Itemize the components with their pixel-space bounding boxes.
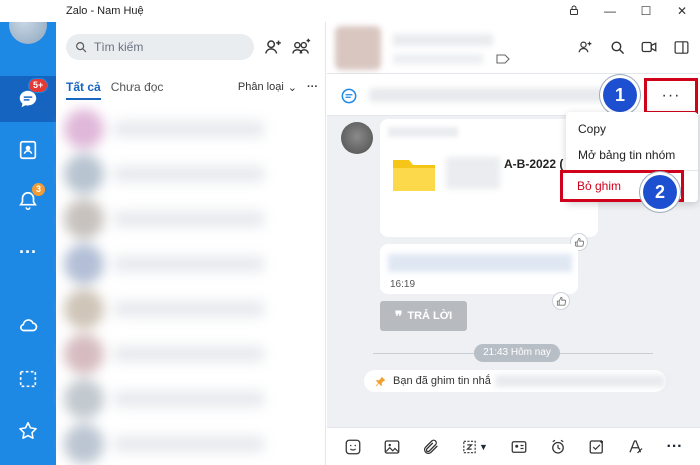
nav-favorites[interactable]: [0, 408, 56, 454]
pinned-message-bar[interactable]: ···: [327, 74, 700, 116]
sticker-icon[interactable]: [341, 435, 365, 459]
lock-icon[interactable]: [556, 4, 592, 19]
search-icon: [76, 42, 87, 53]
conversation-list: [56, 106, 326, 465]
nav-more[interactable]: ···: [0, 229, 56, 275]
title-bar: Zalo - Nam Huệ — ☐ ✕: [0, 0, 700, 22]
group-avatar[interactable]: [335, 26, 381, 70]
reply-button[interactable]: ❞ TRẢ LỜI: [380, 301, 467, 331]
chevron-down-icon: ⌄: [287, 81, 297, 94]
file-name-hidden: [446, 157, 500, 189]
minimize-icon[interactable]: —: [592, 4, 628, 18]
contacts-icon: [19, 140, 37, 160]
header-actions: [574, 36, 692, 58]
more-options-icon[interactable]: ···: [307, 81, 318, 93]
date-separator-label: 21:43 Hôm nay: [474, 344, 560, 362]
quote-icon: ❞: [394, 307, 403, 324]
callout-2: 2: [643, 175, 677, 209]
like-icon[interactable]: [552, 292, 570, 310]
search-input[interactable]: Tìm kiếm: [66, 34, 254, 60]
maximize-icon[interactable]: ☐: [628, 4, 664, 18]
reply-label: TRẢ LỜI: [407, 310, 453, 322]
add-friend-icon[interactable]: [262, 36, 284, 58]
window-controls: — ☐ ✕: [556, 0, 700, 22]
list-item[interactable]: [56, 331, 326, 376]
list-item[interactable]: [56, 241, 326, 286]
message-icon: [341, 88, 357, 104]
pin-notice-text: Bạn đã ghim tin nhắ: [393, 375, 491, 387]
more-icon: ···: [19, 241, 37, 262]
star-icon: [19, 421, 37, 440]
nav-notifications[interactable]: 3: [0, 178, 56, 224]
chat-badge: 5+: [28, 78, 49, 93]
list-item[interactable]: [56, 106, 326, 151]
pin-context-menu: Copy Mở bảng tin nhóm Bỏ ghim: [560, 112, 698, 202]
image-icon[interactable]: [380, 435, 404, 459]
video-call-icon[interactable]: [638, 36, 660, 58]
pin-icon: [375, 376, 386, 386]
notification-badge: 3: [31, 182, 47, 197]
list-item[interactable]: [56, 286, 326, 331]
folder-icon: [393, 160, 435, 191]
pinned-message-preview: [369, 88, 639, 102]
pin-more-button[interactable]: ···: [644, 78, 698, 114]
message-text-hidden: [388, 254, 572, 272]
search-placeholder: Tìm kiếm: [94, 40, 144, 54]
conversation-panel: Tìm kiếm Tất cả Chưa đọc Phân loại ⌄ ···: [56, 22, 326, 465]
pin-notice[interactable]: Bạn đã ghim tin nhắ: [364, 370, 666, 392]
add-member-icon[interactable]: [574, 36, 596, 58]
pin-notice-hidden: [494, 375, 665, 387]
screenshot-icon[interactable]: ▼: [458, 435, 492, 459]
sender-name: [388, 127, 458, 137]
group-members: [393, 54, 483, 64]
sidebar-toggle-icon[interactable]: [670, 36, 692, 58]
list-item[interactable]: [56, 151, 326, 196]
create-group-icon[interactable]: [290, 36, 312, 58]
screenshot-icon: [19, 370, 37, 388]
composer-toolbar: ▼ ···: [327, 427, 700, 465]
contact-card-icon[interactable]: [507, 435, 531, 459]
list-item[interactable]: [56, 196, 326, 241]
conversation-tabs: Tất cả Chưa đọc Phân loại ⌄ ···: [66, 80, 318, 100]
search-icon[interactable]: [606, 36, 628, 58]
nav-chat[interactable]: 5+: [0, 76, 56, 122]
nav-cloud[interactable]: [0, 302, 56, 348]
callout-1: 1: [603, 78, 637, 112]
nav-contacts[interactable]: [0, 127, 56, 173]
text-message[interactable]: 16:19: [380, 244, 578, 310]
chat-header: [327, 22, 700, 74]
message-time: 16:19: [390, 279, 416, 290]
close-icon[interactable]: ✕: [664, 4, 700, 18]
group-name: [393, 34, 493, 46]
menu-item-copy[interactable]: Copy: [566, 116, 698, 142]
more-actions-icon[interactable]: ···: [663, 435, 687, 459]
list-item[interactable]: [56, 421, 326, 465]
reminder-icon[interactable]: [546, 435, 570, 459]
file-name: A-B-2022 ( C: [504, 157, 576, 171]
classify-dropdown[interactable]: Phân loại ⌄ ···: [238, 81, 318, 100]
task-icon[interactable]: [585, 435, 609, 459]
cloud-icon: [20, 319, 38, 332]
menu-item-open-board[interactable]: Mở bảng tin nhóm: [566, 142, 698, 168]
classify-label: Phân loại: [237, 81, 284, 93]
sender-avatar[interactable]: [341, 122, 373, 154]
nav-screenshot[interactable]: [0, 356, 56, 402]
tab-unread[interactable]: Chưa đọc: [111, 80, 164, 100]
tag-icon[interactable]: [495, 53, 511, 65]
attachment-icon[interactable]: [419, 435, 443, 459]
chat-panel: ··· 1 A-B-2022 ( C 16:19 ❞ TRẢ LỜI 21:43…: [327, 22, 700, 465]
left-nav: 5+ 3 ···: [0, 0, 56, 465]
tab-all[interactable]: Tất cả: [66, 80, 101, 100]
window-title: Zalo - Nam Huệ: [66, 5, 144, 17]
list-item[interactable]: [56, 376, 326, 421]
text-format-icon[interactable]: [624, 435, 648, 459]
